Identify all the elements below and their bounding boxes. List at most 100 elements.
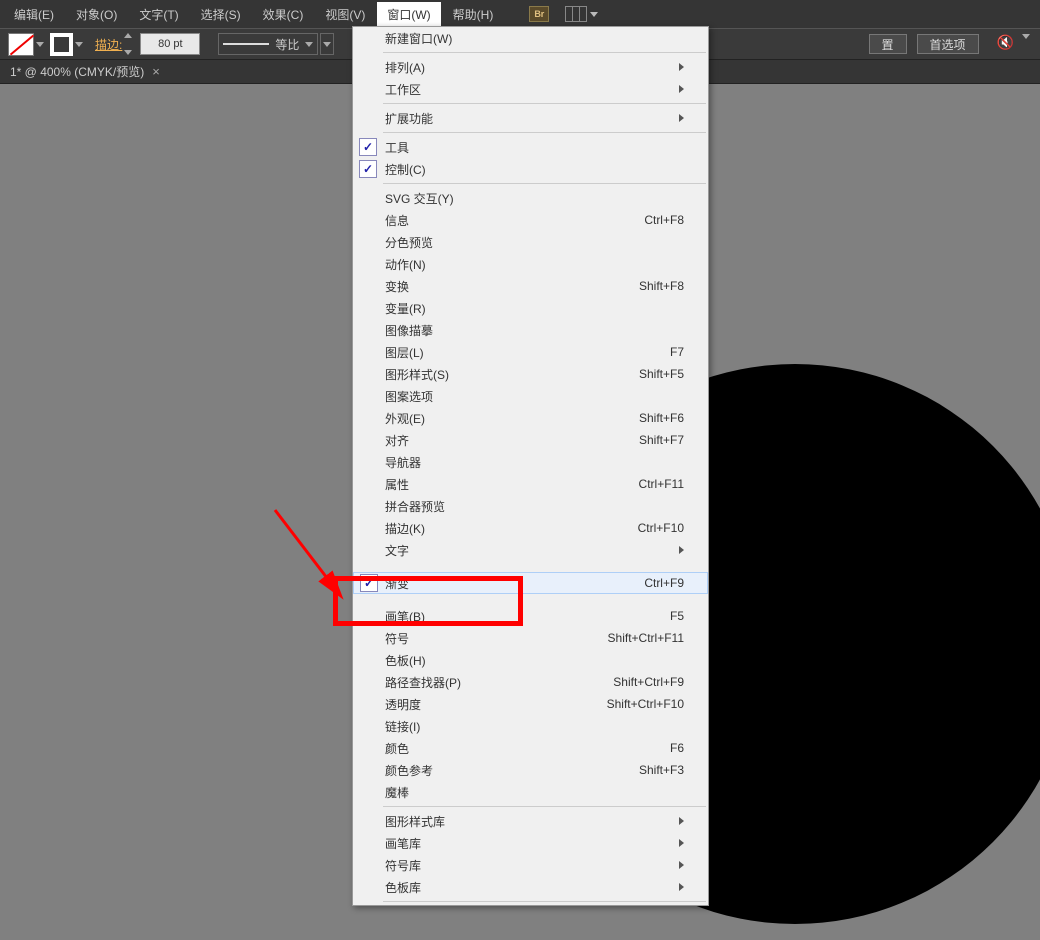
menu-item[interactable]: 图案选项 — [353, 385, 708, 407]
check-icon: ✓ — [359, 138, 377, 156]
menu-item-label: 魔棒 — [385, 784, 409, 801]
preferences-button[interactable]: 首选项 — [917, 34, 979, 54]
menu-item[interactable]: 透明度Shift+Ctrl+F10 — [353, 693, 708, 715]
menu-window[interactable]: 窗口(W) — [377, 2, 440, 27]
menu-item[interactable]: 描边(K)Ctrl+F10 — [353, 517, 708, 539]
menu-help[interactable]: 帮助(H) — [443, 2, 504, 27]
menu-item-label: 图像描摹 — [385, 322, 433, 339]
menu-item[interactable]: 颜色 F6 — [353, 737, 708, 759]
menu-item[interactable]: 色板库 — [353, 876, 708, 898]
menu-item[interactable]: 信息 Ctrl+F8 — [353, 209, 708, 231]
menu-item[interactable]: 动作(N) — [353, 253, 708, 275]
menu-item-label: 画笔库 — [385, 835, 421, 852]
menu-shortcut: F7 — [670, 345, 684, 359]
menu-item-label: 图形样式库 — [385, 813, 445, 830]
menu-item-label: 拼合器预览 — [385, 498, 445, 515]
menu-item-label: 排列(A) — [385, 59, 425, 76]
stroke-weight-input[interactable]: 80 pt — [140, 33, 200, 55]
menu-item[interactable]: 变量(R) — [353, 297, 708, 319]
menu-select[interactable]: 选择(S) — [191, 2, 251, 27]
menu-effect[interactable]: 效果(C) — [253, 2, 314, 27]
chevron-right-icon — [679, 114, 684, 122]
menu-item[interactable]: 路径查找器(P)Shift+Ctrl+F9 — [353, 671, 708, 693]
chevron-right-icon — [679, 63, 684, 71]
menu-item[interactable]: 符号Shift+Ctrl+F11 — [353, 627, 708, 649]
stepper-up-icon[interactable] — [124, 33, 132, 38]
menu-item[interactable]: 外观(E)Shift+F6 — [353, 407, 708, 429]
menu-shortcut: Ctrl+F11 — [639, 477, 684, 491]
menu-item[interactable]: SVG 交互(Y) — [353, 187, 708, 209]
chevron-right-icon — [679, 85, 684, 93]
chevron-down-icon[interactable] — [590, 12, 598, 17]
menu-item[interactable]: 链接(I) — [353, 715, 708, 737]
chevron-down-icon[interactable] — [1022, 34, 1030, 39]
chevron-down-icon[interactable] — [75, 42, 83, 47]
menu-object[interactable]: 对象(O) — [66, 2, 127, 27]
stepper-down-icon[interactable] — [124, 50, 132, 55]
menu-item[interactable]: 画笔库 — [353, 832, 708, 854]
chevron-down-icon[interactable] — [323, 42, 331, 47]
menu-item-label: 信息 — [385, 212, 409, 229]
chevron-down-icon[interactable] — [36, 42, 44, 47]
menu-item[interactable]: 图形样式(S)Shift+F5 — [353, 363, 708, 385]
menu-item-label: 符号库 — [385, 857, 421, 874]
menu-item[interactable]: 分色预览 — [353, 231, 708, 253]
menu-item[interactable]: ✓ 工具 — [353, 136, 708, 158]
menu-item[interactable]: 图层(L)F7 — [353, 341, 708, 363]
menu-view[interactable]: 视图(V) — [315, 2, 375, 27]
menu-item[interactable]: ✓ 控制(C) — [353, 158, 708, 180]
chevron-right-icon — [679, 861, 684, 869]
check-icon: ✓ — [359, 160, 377, 178]
menu-item[interactable]: 图像描摹 — [353, 319, 708, 341]
layout-switcher-icon[interactable] — [565, 6, 587, 22]
menu-shortcut: Shift+F5 — [639, 367, 684, 381]
menu-item[interactable]: 属性 Ctrl+F11 — [353, 473, 708, 495]
menu-edit[interactable]: 编辑(E) — [4, 2, 64, 27]
menu-shortcut: Shift+F7 — [639, 433, 684, 447]
menu-item[interactable]: 拼合器预览 — [353, 495, 708, 517]
chevron-right-icon — [679, 817, 684, 825]
menubar: 编辑(E) 对象(O) 文字(T) 选择(S) 效果(C) 视图(V) 窗口(W… — [0, 0, 1040, 28]
menu-item[interactable]: 画笔(B)F5 — [353, 605, 708, 627]
menu-item[interactable]: 新建窗口(W) — [353, 27, 708, 49]
menu-item-label: SVG 交互(Y) — [385, 190, 454, 207]
menu-item[interactable]: 工作区 — [353, 78, 708, 100]
menu-type[interactable]: 文字(T) — [129, 2, 188, 27]
menu-item[interactable]: 变换Shift+F8 — [353, 275, 708, 297]
stroke-swatch-icon[interactable] — [50, 33, 73, 56]
fill-none-icon[interactable] — [8, 33, 34, 56]
menu-item-label: 变量(R) — [385, 300, 426, 317]
window-menu-dropdown: 新建窗口(W) 排列(A) 工作区扩展功能 ✓ 工具 ✓ 控制(C) SVG 交互(Y) 信息 C… — [352, 26, 709, 906]
menu-item-label: 导航器 — [385, 454, 421, 471]
menu-item-label: 属性 — [385, 476, 409, 493]
menu-item[interactable]: 对齐 Shift+F7 — [353, 429, 708, 451]
menu-item-label: 对齐 — [385, 432, 409, 449]
menu-item-label: 文字 — [385, 542, 409, 559]
close-icon[interactable]: × — [152, 64, 160, 79]
menu-item[interactable]: 颜色参考Shift+F3 — [353, 759, 708, 781]
setup-button[interactable]: 置 — [869, 34, 907, 54]
document-tab[interactable]: 1* @ 400% (CMYK/预览) × — [0, 59, 170, 84]
menu-shortcut: Shift+F6 — [639, 411, 684, 425]
menu-item[interactable]: 导航器 — [353, 451, 708, 473]
menu-item-label: 控制(C) — [385, 161, 426, 178]
menu-item[interactable]: 色板(H) — [353, 649, 708, 671]
menu-item[interactable]: 文字 — [353, 539, 708, 561]
menu-item[interactable]: 排列(A) — [353, 56, 708, 78]
menu-item[interactable]: 符号库 — [353, 854, 708, 876]
menu-shortcut: Ctrl+F8 — [644, 213, 684, 227]
menu-item[interactable]: 图形样式库 — [353, 810, 708, 832]
menu-shortcut: F6 — [670, 741, 684, 755]
menu-item-label: 工具 — [385, 139, 409, 156]
menu-item-label: 颜色 — [385, 740, 409, 757]
menu-item[interactable]: 魔棒 — [353, 781, 708, 803]
menu-item-label: 颜色参考 — [385, 762, 433, 779]
sound-off-icon[interactable]: 🔇 — [997, 34, 1014, 54]
menu-item[interactable]: ✓渐变Ctrl+F9 — [353, 572, 708, 594]
bridge-icon[interactable]: Br — [529, 6, 549, 22]
check-icon: ✓ — [360, 574, 378, 592]
stroke-style-select[interactable]: 等比 — [218, 33, 318, 55]
menu-shortcut: Shift+F8 — [639, 279, 684, 293]
menu-item[interactable]: 扩展功能 — [353, 107, 708, 129]
menu-shortcut: F5 — [670, 609, 684, 623]
